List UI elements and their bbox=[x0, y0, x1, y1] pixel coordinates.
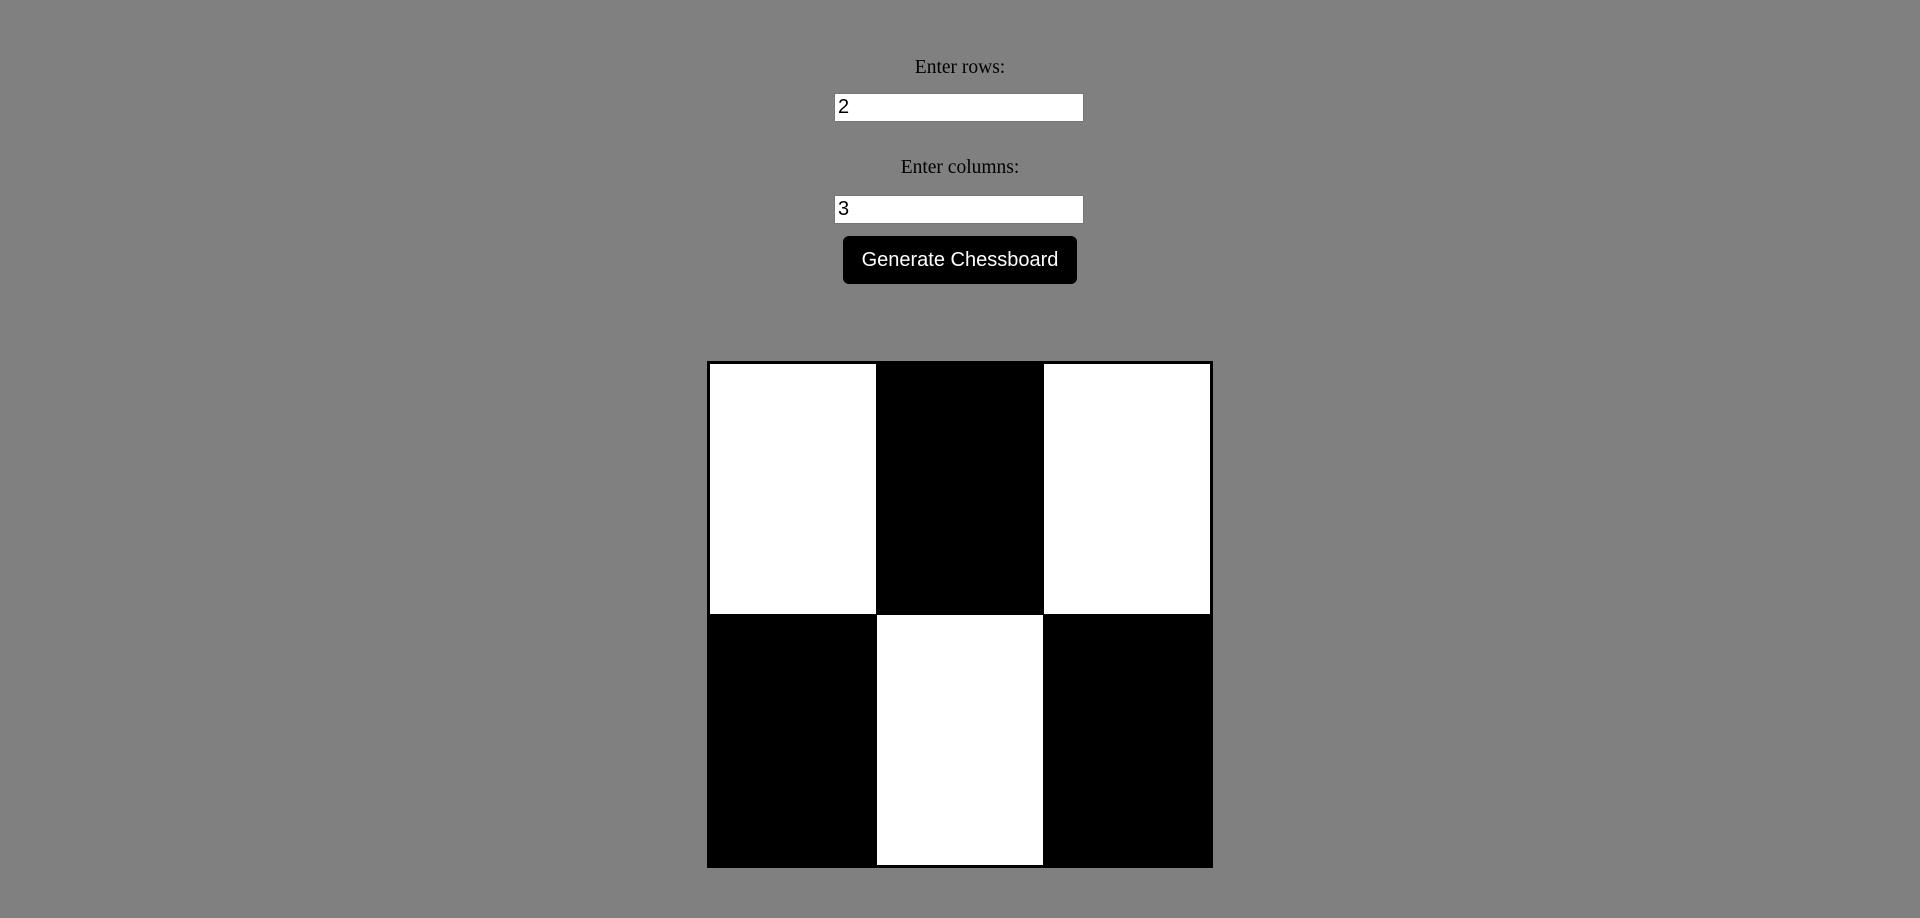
board-cell-r2-c1 bbox=[710, 615, 876, 865]
board-cell-r1-c1 bbox=[710, 364, 876, 614]
generate-chessboard-button[interactable]: Generate Chessboard bbox=[843, 236, 1077, 284]
columns-label: Enter columns: bbox=[900, 157, 1020, 178]
board-cell-r2-c2 bbox=[877, 615, 1043, 865]
board-cell-r1-c2 bbox=[877, 364, 1043, 614]
chessboard bbox=[707, 361, 1213, 868]
rows-input[interactable] bbox=[834, 93, 1084, 122]
board-cell-r1-c3 bbox=[1044, 364, 1210, 614]
columns-input[interactable] bbox=[834, 195, 1084, 224]
rows-label: Enter rows: bbox=[914, 57, 1006, 78]
board-cell-r2-c3 bbox=[1044, 615, 1210, 865]
